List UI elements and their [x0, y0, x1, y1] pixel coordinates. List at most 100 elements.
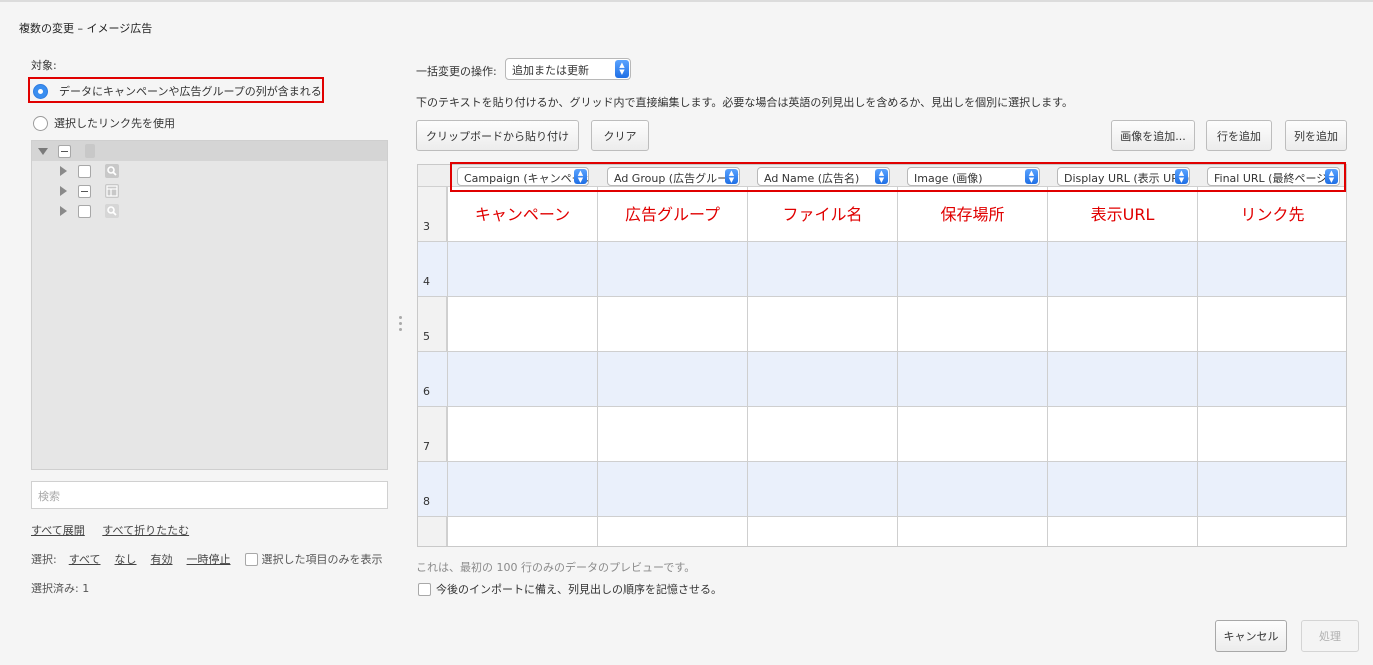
grid-cell[interactable]: リンク先: [1197, 187, 1346, 241]
display-campaign-icon: [105, 184, 119, 198]
grid-cell[interactable]: [897, 517, 1047, 546]
grid-cell[interactable]: [447, 242, 597, 296]
paste-instructions: 下のテキストを貼り付けるか、グリッド内で直接編集します。必要な場合は英語の列見出…: [416, 96, 1074, 109]
bulk-operation-value: 追加または更新: [512, 64, 589, 77]
grid-cell[interactable]: [1197, 297, 1346, 351]
grid-cell[interactable]: 保存場所: [897, 187, 1047, 241]
grid-cell[interactable]: [1197, 407, 1346, 461]
add-column-button[interactable]: 列を追加: [1285, 120, 1347, 151]
select-paused-link[interactable]: 一時停止: [187, 551, 231, 567]
grid-cell[interactable]: [1047, 407, 1197, 461]
row-number: 8: [423, 495, 430, 508]
grid-cell[interactable]: [447, 462, 597, 516]
tree-search-input[interactable]: 検索: [31, 481, 388, 509]
cancel-button[interactable]: キャンセル: [1215, 620, 1287, 652]
account-icon: [85, 144, 95, 158]
grid-cell[interactable]: [897, 407, 1047, 461]
expand-arrow-icon[interactable]: [60, 166, 67, 176]
grid-cell[interactable]: 広告グループ: [597, 187, 747, 241]
grid-cell[interactable]: [597, 462, 747, 516]
tree-root[interactable]: [32, 141, 387, 161]
grid-cell[interactable]: [747, 462, 897, 516]
grid-cell[interactable]: [1047, 352, 1197, 406]
grid-cell[interactable]: [747, 297, 897, 351]
grid-cell[interactable]: [1197, 517, 1346, 546]
grid-cell[interactable]: [1047, 242, 1197, 296]
grid-cell[interactable]: [597, 297, 747, 351]
grid-cell[interactable]: [897, 297, 1047, 351]
collapse-all-link[interactable]: すべて折りたたむ: [102, 524, 189, 537]
grid-cell[interactable]: [1197, 462, 1346, 516]
grid-cell-text: ファイル名: [782, 205, 863, 224]
grid-cell-text: 保存場所: [940, 205, 1005, 224]
process-button[interactable]: 処理: [1301, 620, 1359, 652]
show-selected-only-label: 選択した項目のみを表示: [261, 553, 383, 566]
tree-root-checkbox[interactable]: [58, 144, 71, 158]
select-none-link[interactable]: なし: [115, 551, 137, 567]
select-links: 選択: すべて なし 有効 一時停止 選択した項目のみを表示: [31, 551, 388, 567]
target-option-columns[interactable]: データにキャンペーンや広告グループの列が含まれる: [33, 83, 322, 99]
paste-clipboard-button[interactable]: クリップボードから貼り付け: [416, 120, 579, 151]
radio-columns[interactable]: [33, 83, 48, 99]
grid-cell[interactable]: [897, 242, 1047, 296]
grid-cell[interactable]: [1047, 297, 1197, 351]
grid-cell[interactable]: [1047, 462, 1197, 516]
row-number: 7: [423, 440, 430, 453]
grid-cell[interactable]: キャンペーン: [447, 187, 597, 241]
table-row: 4: [418, 242, 1346, 297]
row-number: 5: [423, 330, 430, 343]
grid-cell[interactable]: [1197, 242, 1346, 296]
radio-selected[interactable]: [33, 115, 48, 131]
expand-all-link[interactable]: すべて展開: [31, 524, 85, 537]
grid-cell[interactable]: [597, 517, 747, 546]
add-row-button[interactable]: 行を追加: [1206, 120, 1272, 151]
add-image-button[interactable]: 画像を追加...: [1111, 120, 1195, 151]
grid-cell[interactable]: [597, 407, 747, 461]
clear-button[interactable]: クリア: [591, 120, 649, 151]
grid-cell[interactable]: [747, 407, 897, 461]
tree-node-3-checkbox[interactable]: [78, 204, 91, 218]
grid-cell[interactable]: 表示URL: [1047, 187, 1197, 241]
grid-cell[interactable]: [1197, 352, 1346, 406]
grid-cell[interactable]: [447, 407, 597, 461]
select-all-link[interactable]: すべて: [69, 551, 101, 567]
window-title: 複数の変更 – イメージ広告: [19, 22, 153, 35]
row-number: 6: [423, 385, 430, 398]
table-row: 9: [418, 517, 1346, 546]
grid-cell[interactable]: ファイル名: [747, 187, 897, 241]
preview-note: これは、最初の 100 行のみのデータのプレビューです。: [416, 561, 696, 574]
tree-node-1-checkbox[interactable]: [78, 164, 91, 178]
bulk-operation-select[interactable]: 追加または更新 ▲ ▼: [505, 58, 631, 80]
table-row: 5: [418, 297, 1346, 352]
tree-node-2[interactable]: [32, 181, 387, 201]
select-enabled-link[interactable]: 有効: [151, 551, 173, 567]
grid-cell[interactable]: [897, 352, 1047, 406]
grid-cell-text: 表示URL: [1090, 205, 1155, 224]
tree-node-2-checkbox[interactable]: [78, 184, 91, 198]
grid-cell[interactable]: [447, 297, 597, 351]
grid-cell[interactable]: [747, 352, 897, 406]
selected-count: 選択済み: 1: [31, 582, 90, 595]
bulk-operation-label: 一括変更の操作:: [416, 65, 497, 78]
grid-cell[interactable]: [597, 352, 747, 406]
expand-arrow-icon[interactable]: [60, 186, 67, 196]
expand-arrow-icon[interactable]: [60, 206, 67, 216]
tree-node-3[interactable]: [32, 201, 387, 221]
select-label: 選択:: [31, 553, 57, 566]
grid-cell[interactable]: [897, 462, 1047, 516]
target-option-selected[interactable]: 選択したリンク先を使用: [33, 115, 175, 131]
grid-cell[interactable]: [597, 242, 747, 296]
grid-cell[interactable]: [1047, 517, 1197, 546]
remember-order-checkbox[interactable]: [418, 582, 431, 596]
remember-order-label: 今後のインポートに備え、列見出しの順序を記憶させる。: [436, 583, 722, 596]
grid-cell[interactable]: [747, 517, 897, 546]
remember-order-option[interactable]: 今後のインポートに備え、列見出しの順序を記憶させる。: [418, 581, 722, 597]
grid-cell[interactable]: [447, 352, 597, 406]
data-grid: Campaign (キャンペーン) ▲ ▼ Ad Group (広告グループ) ▲…: [417, 164, 1347, 547]
tree-node-1[interactable]: [32, 161, 387, 181]
panel-splitter-handle[interactable]: [399, 316, 403, 334]
grid-cell[interactable]: [747, 242, 897, 296]
collapse-arrow-icon[interactable]: [38, 147, 48, 155]
grid-cell[interactable]: [447, 517, 597, 546]
show-selected-only-checkbox[interactable]: [244, 552, 258, 566]
